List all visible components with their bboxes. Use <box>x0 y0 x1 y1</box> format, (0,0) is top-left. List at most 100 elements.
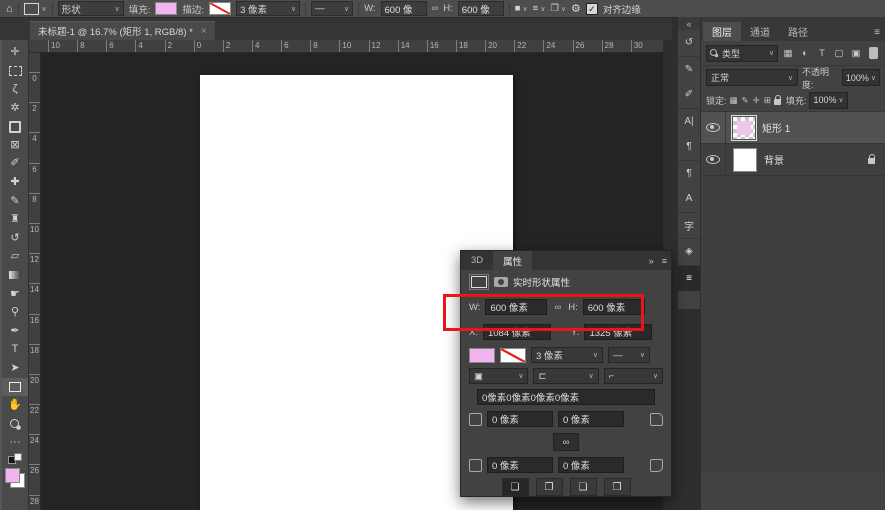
lock-pixels-icon[interactable]: ✎ <box>742 95 749 106</box>
tool-mode-dropdown[interactable]: 形状 ∨ <box>58 1 124 16</box>
align-edges-checkbox[interactable]: ✓ <box>586 3 598 15</box>
tab-channels[interactable]: 通道 <box>741 22 779 41</box>
brushes-panel-icon[interactable]: ✐ <box>678 82 700 108</box>
paragraph-panel-icon[interactable]: ¶ <box>678 134 700 160</box>
radius-top-right-field[interactable]: 0 像素 <box>558 411 624 427</box>
panel-menu-icon[interactable]: ≡ <box>874 27 885 41</box>
lock-position-icon[interactable]: ✛ <box>753 95 760 106</box>
glyphs-panel-icon[interactable]: 字 <box>678 212 700 239</box>
intersect-shapes-button[interactable]: ❑ <box>570 478 597 496</box>
close-icon[interactable]: × <box>201 26 207 37</box>
character-panel-icon[interactable]: A| <box>678 108 700 135</box>
document-tab[interactable]: 未标题-1 @ 16.7% (矩形 1, RGB/8) * × <box>30 21 215 40</box>
radius-top-left-field[interactable]: 0 像素 <box>487 411 553 427</box>
height-field[interactable]: 600 像素 <box>583 299 645 315</box>
radius-summary-field[interactable]: 0像素0像素0像素0像素 <box>477 389 655 405</box>
home-icon[interactable]: ⌂ <box>6 3 13 15</box>
paragraph-styles-panel-icon[interactable]: ¶ <box>678 160 700 187</box>
tool-preset-button[interactable]: ∨ <box>24 3 47 15</box>
path-selection-tool-icon[interactable]: ➤ <box>2 359 28 378</box>
brush-tool-icon[interactable]: ✎ <box>2 192 28 211</box>
lock-artboard-icon[interactable]: ⊞ <box>764 95 771 106</box>
expand-panels-icon[interactable]: « <box>678 17 700 30</box>
dodge-tool-icon[interactable]: ⚲ <box>2 303 28 322</box>
filter-type-dropdown[interactable]: 类型 ∨ <box>706 45 778 62</box>
stroke-style-dropdown[interactable]: — ∨ <box>311 1 353 16</box>
foreground-color-swatch[interactable] <box>5 468 20 483</box>
frame-tool-icon[interactable]: ⊠ <box>2 136 28 155</box>
corner-bottom-left-icon[interactable] <box>469 459 482 472</box>
width-field[interactable]: 600 像 <box>381 1 427 16</box>
edit-toolbar-icon[interactable]: ··· <box>2 433 28 452</box>
filter-smart-objects-icon[interactable]: ▣ <box>848 46 864 61</box>
height-field[interactable]: 600 像 <box>458 1 504 16</box>
stroke-color-swatch[interactable] <box>209 2 231 15</box>
corner-top-left-icon[interactable] <box>469 413 482 426</box>
combine-shapes-button[interactable]: ❏ <box>502 478 529 496</box>
layer-thumbnail[interactable] <box>733 148 757 172</box>
crop-tool-icon[interactable] <box>2 117 28 136</box>
visibility-cell[interactable] <box>701 112 726 143</box>
filter-pixel-layers-icon[interactable]: ▦ <box>780 46 796 61</box>
x-field[interactable]: 1084 像素 <box>483 324 551 340</box>
path-operations-button[interactable]: ■ ∨ <box>515 3 528 14</box>
link-dimensions-icon[interactable]: ∞ <box>432 3 439 14</box>
path-alignment-button[interactable]: ≡ ∨ <box>533 3 546 14</box>
stroke-width-dropdown[interactable]: 3 像素 ∨ <box>236 1 300 16</box>
history-brush-tool-icon[interactable]: ↺ <box>2 229 28 248</box>
3d-panel-icon[interactable]: ◈ <box>678 238 700 265</box>
brush-settings-panel-icon[interactable]: ✎ <box>678 56 700 83</box>
filter-shape-layers-icon[interactable]: ▢ <box>831 46 847 61</box>
hand-tool-icon[interactable]: ✋ <box>2 396 28 415</box>
character-styles-panel-icon[interactable]: A <box>678 186 700 212</box>
fill-color-swatch[interactable] <box>469 348 495 363</box>
stroke-corner-dropdown[interactable]: ⌐ ∨ <box>604 368 663 384</box>
healing-brush-tool-icon[interactable]: ✚ <box>2 173 28 192</box>
corner-bottom-right-icon[interactable] <box>650 459 663 472</box>
radius-bottom-right-field[interactable]: 0 像素 <box>558 457 624 473</box>
rectangle-tool-icon[interactable] <box>2 378 28 397</box>
stroke-align-dropdown[interactable]: ▣ ∨ <box>469 368 528 384</box>
gradient-tool-icon[interactable] <box>2 266 28 285</box>
shape-properties-icon[interactable] <box>471 276 487 288</box>
link-dimensions-icon[interactable]: ∞ <box>552 302 563 313</box>
tab-3d[interactable]: 3D <box>461 251 493 270</box>
width-field[interactable]: 600 像素 <box>485 299 547 315</box>
panel-menu-icon[interactable]: ≡ <box>658 251 671 270</box>
eraser-tool-icon[interactable]: ▱ <box>2 248 28 267</box>
swap-colors-icon[interactable] <box>8 454 22 464</box>
layer-row-background[interactable]: 背景 <box>701 144 885 176</box>
mask-properties-icon[interactable] <box>494 277 508 287</box>
smudge-tool-icon[interactable]: ☛ <box>2 285 28 304</box>
opacity-dropdown[interactable]: 100% ∨ <box>842 69 880 86</box>
stroke-color-swatch[interactable] <box>500 348 526 363</box>
link-radius-button[interactable]: ∞ <box>553 433 579 451</box>
tab-paths[interactable]: 路径 <box>779 22 817 41</box>
move-tool-icon[interactable]: ✛ <box>2 43 28 62</box>
quick-selection-tool-icon[interactable]: ✲ <box>2 99 28 118</box>
filter-toggle[interactable] <box>869 47 878 59</box>
layer-row-rectangle[interactable]: 矩形 1 <box>701 112 885 144</box>
stroke-cap-dropdown[interactable]: ⊏ ∨ <box>533 368 598 384</box>
corner-top-right-icon[interactable] <box>650 413 663 426</box>
lock-transparency-icon[interactable]: ▦ <box>730 95 738 106</box>
exclude-shapes-button[interactable]: ❒ <box>604 478 631 496</box>
tab-layers[interactable]: 图层 <box>703 22 741 41</box>
stroke-style-dropdown[interactable]: — ∨ <box>608 347 650 363</box>
layer-thumbnail[interactable] <box>733 117 755 139</box>
y-field[interactable]: 1325 像素 <box>584 324 652 340</box>
zoom-tool-icon[interactable] <box>2 415 28 434</box>
marquee-tool-icon[interactable] <box>2 62 28 81</box>
gear-icon[interactable]: ⚙ <box>571 2 581 15</box>
filter-adjustment-layers-icon[interactable]: ◐ <box>797 46 813 61</box>
lasso-tool-icon[interactable]: ζ <box>2 80 28 99</box>
properties-panel-icon[interactable]: ≡ <box>678 265 700 292</box>
type-tool-icon[interactable]: T <box>2 341 28 360</box>
fill-dropdown[interactable]: 100% ∨ <box>809 92 847 109</box>
filter-type-layers-icon[interactable]: T <box>814 46 830 61</box>
clone-stamp-tool-icon[interactable]: ♜ <box>2 210 28 229</box>
pen-tool-icon[interactable]: ✒ <box>2 322 28 341</box>
collapse-panel-icon[interactable]: » <box>645 251 658 270</box>
lock-all-icon[interactable] <box>774 99 781 105</box>
stroke-width-dropdown[interactable]: 3 像素 ∨ <box>531 347 603 363</box>
